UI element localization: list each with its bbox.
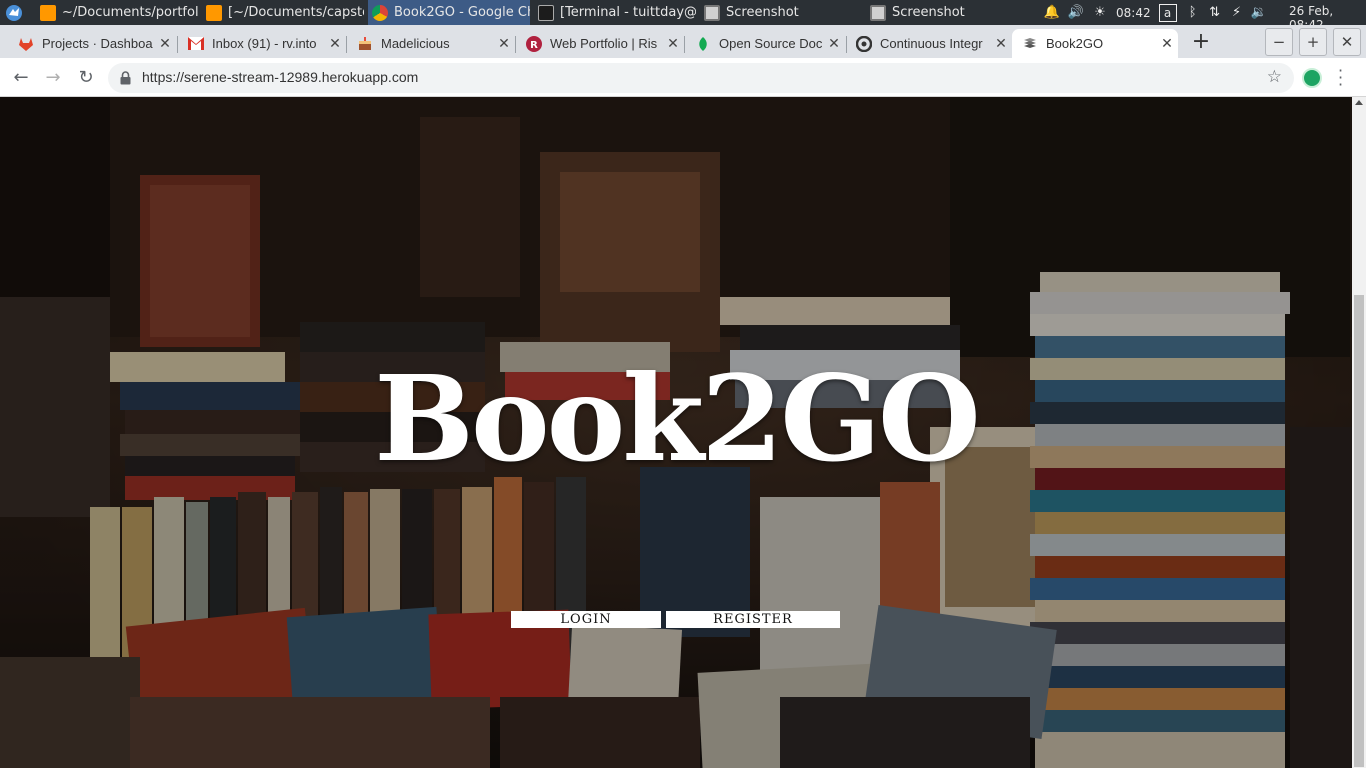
brightness-icon[interactable]: ☀ <box>1092 5 1108 21</box>
tab-web-portfolio[interactable]: R Web Portfolio | Ris ✕ <box>516 29 684 58</box>
books-icon <box>1022 36 1038 52</box>
taskbar-item-screenshot-1[interactable]: Screenshot <box>700 0 862 25</box>
taskbar-item-label: Screenshot <box>726 5 799 20</box>
taskbar-item-label: [Terminal - tuittday@E... <box>560 5 696 20</box>
tab-title: Web Portfolio | Ris <box>550 36 658 51</box>
chrome-menu-icon[interactable]: · · · <box>1338 63 1344 93</box>
tab-title: Inbox (91) - rv.into <box>212 36 317 51</box>
taskbar-item-screenshot-2[interactable]: Screenshot <box>866 0 1028 25</box>
screenshot-icon <box>704 4 720 21</box>
register-button[interactable]: REGISTER <box>666 611 840 628</box>
scrollbar-thumb[interactable] <box>1354 295 1364 767</box>
bluetooth-icon[interactable]: ᛒ <box>1185 5 1201 21</box>
svg-text:R: R <box>530 40 538 51</box>
tab-title: Continuous Integr <box>880 36 983 51</box>
lock-icon[interactable] <box>120 71 131 85</box>
terminal-icon <box>538 4 554 21</box>
tab-gmail-inbox[interactable]: Inbox (91) - rv.into ✕ <box>178 29 346 58</box>
taskbar-item-terminal[interactable]: [Terminal - tuittday@E... <box>534 0 696 25</box>
system-tray: 🔔 🔊 ☀ 08:42 a ᛒ ⇅ ⚡ 🔉 <box>1044 0 1267 25</box>
whisker-menu-icon[interactable] <box>4 3 24 22</box>
close-tab-icon[interactable]: ✕ <box>154 35 176 52</box>
tab-gitlab-projects[interactable]: Projects · Dashboa ✕ <box>8 29 176 58</box>
os-taskbar: ~/Documents/portfolio... [~/Documents/ca… <box>0 0 1366 32</box>
extension-icon[interactable] <box>1302 68 1322 88</box>
login-button[interactable]: LOGIN <box>511 611 661 628</box>
keyboard-layout-indicator[interactable]: a <box>1158 3 1177 22</box>
close-window-button[interactable]: ✕ <box>1333 28 1361 56</box>
sublime-text-icon <box>206 4 222 21</box>
tray-time: 08:42 <box>1116 5 1151 20</box>
scroll-up-arrow-icon[interactable] <box>1355 100 1363 105</box>
close-tab-icon[interactable]: ✕ <box>493 35 515 52</box>
tab-madelicious[interactable]: Madelicious ✕ <box>347 29 515 58</box>
power-icon[interactable]: ⚡ <box>1229 5 1245 21</box>
close-tab-icon[interactable]: ✕ <box>823 35 845 52</box>
close-tab-icon[interactable]: ✕ <box>324 35 346 52</box>
taskbar-item-chrome[interactable]: Book2GO - Google Chr... <box>368 0 530 25</box>
url-text: https://serene-stream-12989.herokuapp.co… <box>142 69 419 85</box>
tab-title: Open Source Docu <box>719 36 823 51</box>
close-tab-icon[interactable]: ✕ <box>662 35 684 52</box>
chrome-icon <box>372 4 388 21</box>
close-tab-icon[interactable]: ✕ <box>990 35 1012 52</box>
browser-tab-strip: Projects · Dashboa ✕ Inbox (91) - rv.int… <box>0 25 1366 58</box>
hero-title: Book2GO <box>374 349 981 488</box>
bookmark-star-icon[interactable]: ☆ <box>1267 67 1282 87</box>
cake-icon <box>357 36 373 52</box>
forward-button[interactable]: → <box>41 66 65 90</box>
landing-page: Book2GO LOGIN REGISTER <box>0 97 1352 768</box>
new-tab-button[interactable]: + <box>1190 31 1212 53</box>
page-scrollbar[interactable] <box>1352 97 1366 768</box>
taskbar-item-sublime-portfolio[interactable]: ~/Documents/portfolio... <box>36 0 198 25</box>
reload-button[interactable]: ↻ <box>74 66 98 90</box>
r-logo-icon: R <box>526 35 542 52</box>
taskbar-item-label: Screenshot <box>892 5 965 20</box>
leaf-icon <box>695 36 711 52</box>
minimize-window-button[interactable]: − <box>1265 28 1293 56</box>
back-button[interactable]: ← <box>9 66 33 90</box>
taskbar-item-sublime-capstone[interactable]: [~/Documents/capston... <box>202 0 364 25</box>
address-bar[interactable]: https://serene-stream-12989.herokuapp.co… <box>108 63 1294 93</box>
tab-title: Madelicious <box>381 36 450 51</box>
maximize-window-button[interactable]: + <box>1299 28 1327 56</box>
browser-toolbar: ← → ↻ https://serene-stream-12989.heroku… <box>0 58 1366 97</box>
taskbar-item-label: ~/Documents/portfolio... <box>62 5 198 20</box>
gmail-icon <box>188 36 204 52</box>
notification-bell-icon[interactable]: 🔔 <box>1044 5 1060 21</box>
taskbar-item-label: Book2GO - Google Chr... <box>394 5 530 20</box>
network-icon[interactable]: ⇅ <box>1207 5 1223 21</box>
screenshot-icon <box>870 4 886 21</box>
sublime-text-icon <box>40 4 56 21</box>
tab-title: Book2GO <box>1046 36 1104 51</box>
gitlab-icon <box>18 36 34 52</box>
tab-title: Projects · Dashboa <box>42 36 153 51</box>
taskbar-item-label: [~/Documents/capston... <box>228 5 364 20</box>
speaker-icon[interactable]: 🔉 <box>1251 5 1267 21</box>
volume-icon[interactable]: 🔊 <box>1068 5 1084 21</box>
circleci-icon <box>856 35 872 52</box>
close-tab-icon[interactable]: ✕ <box>1156 35 1178 52</box>
tab-book2go[interactable]: Book2GO ✕ <box>1012 29 1178 58</box>
tab-open-source-docs[interactable]: Open Source Docu ✕ <box>685 29 845 58</box>
tab-continuous-integration[interactable]: Continuous Integr ✕ <box>846 29 1012 58</box>
